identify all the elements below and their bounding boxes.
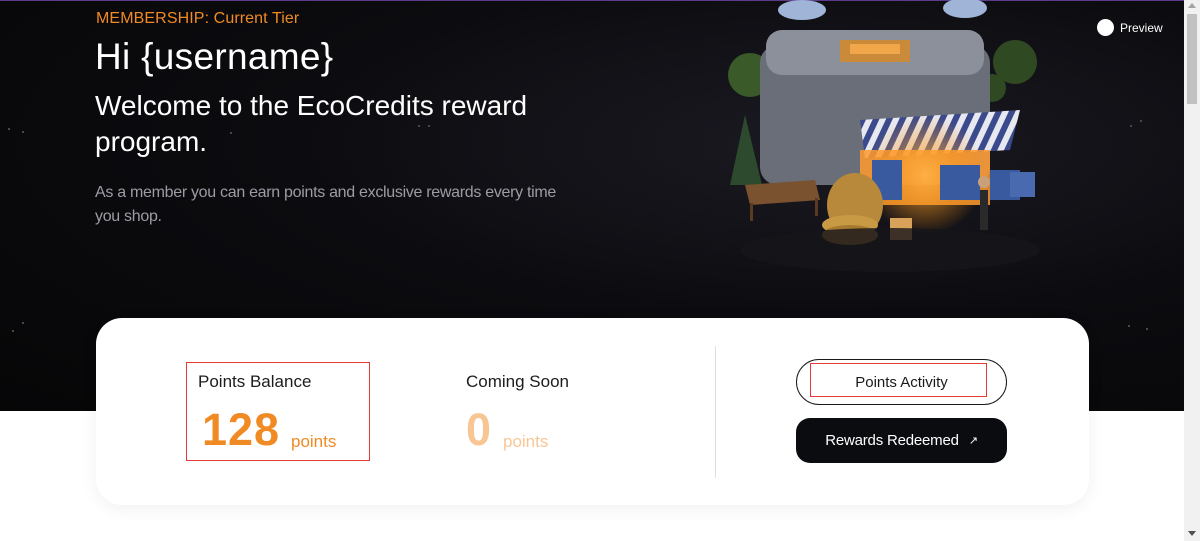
points-activity-highlight bbox=[810, 363, 987, 397]
preview-toggle[interactable]: Preview bbox=[1097, 19, 1163, 36]
welcome-heading: Welcome to the EcoCredits reward program… bbox=[95, 90, 528, 157]
rewards-redeemed-button[interactable]: Rewards Redeemed ↗ bbox=[796, 418, 1007, 463]
star-dot bbox=[1146, 328, 1148, 330]
star-dot bbox=[8, 128, 10, 130]
toggle-circle-icon bbox=[1097, 19, 1114, 36]
card-divider bbox=[715, 346, 716, 478]
scroll-up-arrow-icon[interactable] bbox=[1188, 3, 1196, 8]
star-dot bbox=[22, 131, 24, 133]
store-illustration bbox=[728, 0, 1040, 272]
star-dot bbox=[1140, 120, 1142, 122]
star-dot bbox=[1130, 125, 1132, 127]
scroll-down-arrow-icon[interactable] bbox=[1188, 531, 1196, 536]
coming-soon-label: Coming Soon bbox=[466, 372, 570, 391]
coming-soon-value: 0 bbox=[466, 404, 493, 455]
preview-label: Preview bbox=[1120, 20, 1163, 35]
vertical-scrollbar[interactable] bbox=[1184, 0, 1200, 541]
star-dot bbox=[1128, 325, 1130, 327]
points-balance-value: 128 bbox=[202, 404, 281, 455]
star-dot bbox=[22, 322, 24, 324]
membership-description: As a member you can earn points and excl… bbox=[95, 184, 557, 225]
tier-label: MEMBERSHIP: Current Tier bbox=[96, 10, 300, 27]
coming-soon-unit: points bbox=[503, 432, 549, 451]
points-balance-unit: points bbox=[291, 432, 337, 451]
points-summary-card: Points Balance 128 points Coming Soon 0 … bbox=[96, 318, 1089, 505]
rewards-redeemed-label: Rewards Redeemed bbox=[825, 432, 959, 449]
scroll-thumb[interactable] bbox=[1187, 14, 1197, 104]
points-balance-label: Points Balance bbox=[198, 372, 312, 391]
greeting-heading: Hi {username} bbox=[95, 36, 334, 77]
star-dot bbox=[12, 330, 14, 332]
arrow-up-right-icon: ↗ bbox=[968, 435, 978, 447]
